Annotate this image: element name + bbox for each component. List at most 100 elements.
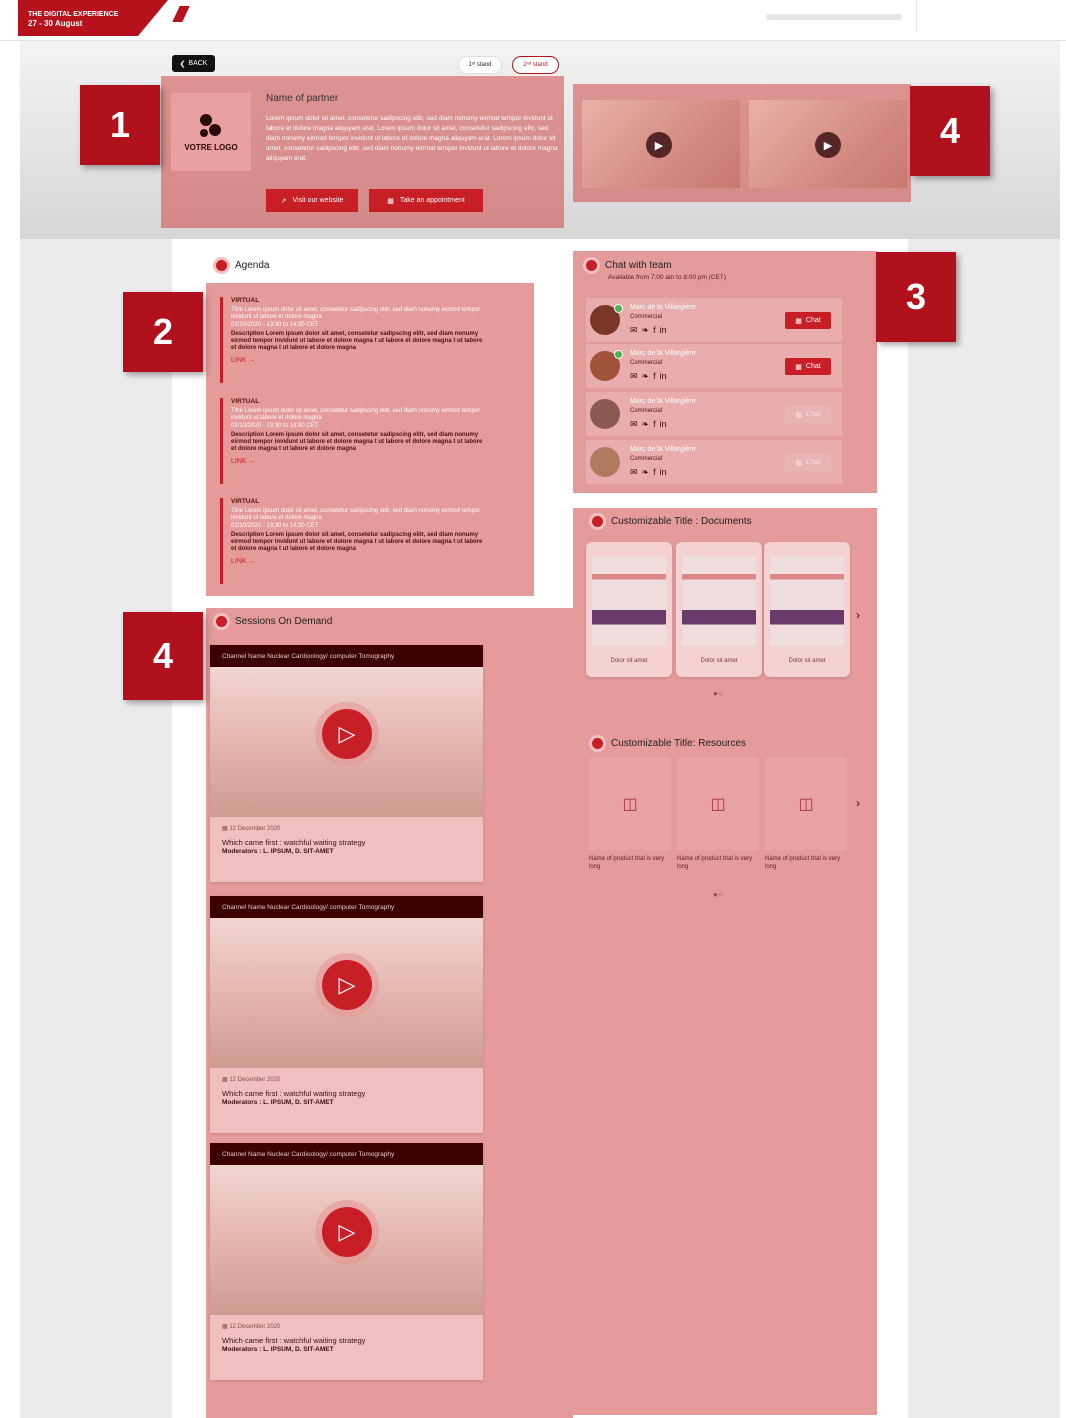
chat-button-disabled[interactable]: ▦ Chat	[785, 454, 831, 471]
chevron-right-icon[interactable]: ›	[856, 796, 860, 810]
chevron-right-icon[interactable]: ›	[856, 608, 860, 622]
linkedin-icon[interactable]: in	[660, 325, 667, 336]
agenda-item: VIRTUAL Titre Lorem ipsum dolor sit amet…	[220, 398, 484, 484]
email-icon[interactable]: ✉	[630, 467, 638, 478]
play-icon[interactable]: ▶	[646, 132, 672, 158]
agenda-item-link[interactable]: LINK →	[231, 558, 484, 565]
resource-card[interactable]: ◫	[589, 758, 671, 850]
calendar-icon: ▦	[222, 826, 228, 832]
facebook-icon[interactable]: f	[653, 419, 656, 430]
bed-icon: ◫	[798, 796, 814, 813]
agenda-item-link[interactable]: LINK →	[231, 357, 484, 364]
documents-title: Customizable Title : Documents	[611, 516, 752, 527]
twitter-icon[interactable]: ❧	[642, 371, 650, 382]
chat-button[interactable]: ▦ Chat	[785, 358, 831, 375]
play-icon[interactable]: ▷	[322, 1207, 372, 1257]
resource-title: Name of product that is very long	[589, 856, 665, 870]
tab-stand-1[interactable]: 1ˢᵗ stand	[458, 56, 502, 74]
document-card[interactable]: Dolor sit amet	[586, 542, 672, 677]
session-date: 12 December 2020	[229, 1077, 281, 1083]
back-button[interactable]: ❮ BACK	[172, 55, 215, 72]
play-icon[interactable]: ▶	[815, 132, 841, 158]
session-thumbnail[interactable]: ▷	[210, 1165, 483, 1315]
social-links: ✉ ❧ f in	[630, 325, 667, 336]
session-thumbnail[interactable]: ▷	[210, 918, 483, 1068]
search-bar[interactable]	[766, 14, 902, 20]
facebook-icon[interactable]: f	[653, 325, 656, 336]
session-moderators: Moderators : L. IPSUM, D. SIT-AMET	[222, 1346, 334, 1353]
linkedin-icon[interactable]: in	[660, 467, 667, 478]
agenda-item-title: Titre Lorem ipsum dolor sit amet, conset…	[231, 508, 481, 521]
member-role: Commercial	[630, 360, 663, 366]
twitter-icon[interactable]: ❧	[642, 419, 650, 430]
bullet-dot-icon	[592, 516, 603, 527]
page-margin-left	[20, 239, 172, 1418]
member-name: Marc de la Villargière	[630, 304, 696, 311]
chat-header: Chat with team	[586, 260, 672, 271]
play-icon[interactable]: ▷	[322, 709, 372, 759]
video-thumbnail[interactable]: ▶	[582, 100, 740, 188]
session-date: 12 December 2020	[229, 1324, 281, 1330]
chat-member-card: Marc de la Villargière Commercial ✉ ❧ f in …	[586, 440, 842, 484]
resource-card[interactable]: ◫	[677, 758, 759, 850]
resources-pager[interactable]: ●○	[713, 890, 723, 899]
session-card[interactable]: Channel Name Nuclear Cardioology/ comput…	[210, 645, 483, 882]
session-card[interactable]: Channel Name Nuclear Cardioology/ comput…	[210, 1143, 483, 1380]
linkedin-icon[interactable]: in	[660, 419, 667, 430]
zone-badge-2: 2	[123, 292, 203, 372]
document-title: Dolor sit amet	[700, 658, 738, 664]
document-card[interactable]: Dolor sit amet	[676, 542, 762, 677]
calendar-icon: ▦	[222, 1077, 228, 1083]
email-icon[interactable]: ✉	[630, 419, 638, 430]
facebook-icon[interactable]: f	[653, 371, 656, 382]
linkedin-icon[interactable]: in	[660, 371, 667, 382]
document-title: Dolor sit amet	[610, 658, 648, 664]
bullet-dot-icon	[216, 260, 227, 271]
document-preview	[770, 556, 844, 646]
external-link-icon: ↗	[280, 197, 287, 205]
documents-header: Customizable Title : Documents	[592, 516, 752, 527]
resource-title: Name of product that is very long	[677, 856, 753, 870]
sessions-title: Sessions On Demand	[235, 616, 333, 627]
chat-button-disabled[interactable]: ▦ Chat	[785, 406, 831, 423]
chat-button[interactable]: ▦ Chat	[785, 312, 831, 329]
agenda-item-description: Description Lorem ipsum dolor sit amet, …	[231, 532, 483, 552]
chat-availability: Available from 7:00 am to 8:00 pm (CET)	[608, 274, 727, 281]
play-icon[interactable]: ▷	[322, 960, 372, 1010]
member-role: Commercial	[630, 408, 663, 414]
twitter-icon[interactable]: ❧	[642, 325, 650, 336]
agenda-item-type: VIRTUAL	[231, 498, 260, 505]
agenda-item-link[interactable]: LINK →	[231, 458, 484, 465]
header-divider	[916, 0, 917, 32]
bed-icon: ◫	[622, 796, 638, 813]
chat-bubble-icon: ▦	[795, 317, 802, 325]
chat-button-label: Chat	[805, 363, 821, 370]
documents-pager[interactable]: ●○	[713, 689, 723, 698]
social-links: ✉ ❧ f in	[630, 419, 667, 430]
back-label: BACK	[188, 60, 208, 67]
visit-website-button[interactable]: ↗ Visit our website	[266, 189, 358, 212]
tab-stand-2[interactable]: 2ⁿᵈ stand	[512, 56, 559, 74]
video-thumbnail[interactable]: ▶	[749, 100, 907, 188]
document-card[interactable]: Dolor sit amet	[764, 542, 850, 677]
session-channel: Channel Name Nuclear Cardioology/ comput…	[210, 645, 483, 667]
email-icon[interactable]: ✉	[630, 371, 638, 382]
bullet-dot-icon	[216, 616, 227, 627]
member-role: Commercial	[630, 456, 663, 462]
resources-header: Customizable Title: Resources	[592, 738, 746, 749]
session-channel: Channel Name Nuclear Cardioology/ comput…	[210, 1143, 483, 1165]
resource-card[interactable]: ◫	[765, 758, 847, 850]
twitter-icon[interactable]: ❧	[642, 467, 650, 478]
agenda-item-title: Titre Lorem ipsum dolor sit amet, conset…	[231, 408, 481, 421]
facebook-icon[interactable]: f	[653, 467, 656, 478]
email-icon[interactable]: ✉	[630, 325, 638, 336]
chat-button-label: Chat	[805, 459, 821, 466]
zone-badge-4-sessions: 4	[123, 612, 203, 700]
take-appointment-button[interactable]: ▦ Take an appointment	[369, 189, 483, 212]
calendar-icon: ▦	[387, 197, 394, 205]
agenda-item-title: Titre Lorem ipsum dolor sit amet, conset…	[231, 307, 481, 320]
session-thumbnail[interactable]: ▷	[210, 667, 483, 817]
session-card[interactable]: Channel Name Nuclear Cardioology/ comput…	[210, 896, 483, 1133]
member-name: Marc de la Villargière	[630, 446, 696, 453]
member-role: Commercial	[630, 314, 663, 320]
